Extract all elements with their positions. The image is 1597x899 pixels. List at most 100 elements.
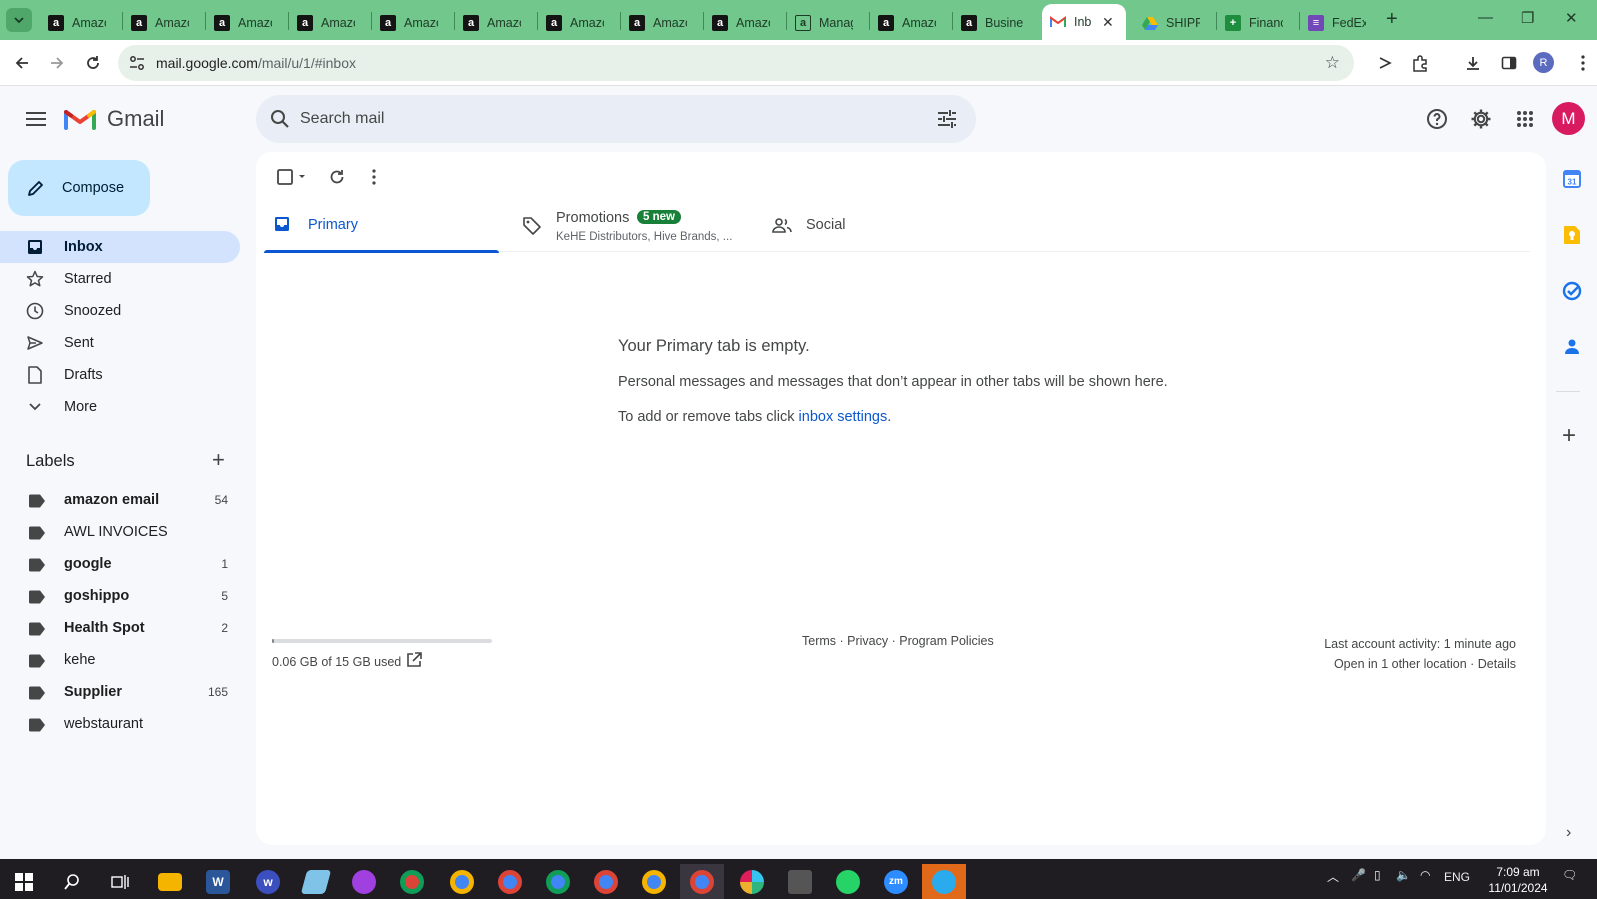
whatsapp-icon[interactable] — [826, 864, 870, 899]
label-item[interactable]: Supplier 165 — [0, 677, 240, 707]
label-item[interactable]: amazon email 54 — [0, 485, 240, 515]
external-link-icon[interactable] — [406, 652, 422, 673]
more-options-icon[interactable] — [372, 164, 376, 190]
bookmark-star-icon[interactable]: ☆ — [1325, 53, 1340, 73]
browser-tab[interactable]: aAmazo — [870, 6, 952, 40]
google-apps-icon[interactable] — [1512, 106, 1538, 132]
slack-icon[interactable] — [730, 864, 774, 899]
browser-tab[interactable]: ≡ FedEx — [1300, 6, 1382, 40]
extension-puzzle-alt-icon[interactable] — [1374, 52, 1396, 74]
browser-tab[interactable]: a Busine — [953, 6, 1039, 40]
privacy-link[interactable]: Privacy — [847, 634, 888, 648]
chrome-profile-icon[interactable] — [536, 864, 580, 899]
browser-tab[interactable]: aAmazo — [206, 6, 288, 40]
telegram-icon[interactable] — [922, 864, 966, 899]
nav-item-sent[interactable]: Sent — [0, 327, 240, 359]
nav-item-drafts[interactable]: Drafts — [0, 359, 240, 391]
word-icon[interactable]: W — [196, 864, 240, 899]
browser-tab[interactable]: aAmazo — [372, 6, 454, 40]
file-explorer-icon[interactable] — [148, 864, 192, 899]
site-settings-icon[interactable] — [128, 54, 146, 72]
back-button[interactable] — [11, 52, 33, 74]
main-menu-button[interactable] — [23, 106, 49, 132]
taskbar-clock[interactable]: 7:09 am 11/01/2024 — [1488, 864, 1548, 896]
settings-gear-icon[interactable] — [1468, 106, 1494, 132]
label-item[interactable]: goshippo 5 — [0, 581, 240, 611]
show-side-panel-chevron-icon[interactable]: › — [1566, 824, 1571, 842]
chrome-profile-icon[interactable] — [632, 864, 676, 899]
label-item[interactable]: webstaurant — [0, 709, 240, 739]
tab-promotions[interactable]: Promotions 5 new KeHE Distributors, Hive… — [512, 202, 752, 252]
help-icon[interactable] — [1424, 106, 1450, 132]
browser-tab[interactable]: aAmazo — [123, 6, 205, 40]
wps-writer-icon[interactable]: w — [246, 864, 290, 899]
browser-tab[interactable]: aAmazo — [455, 6, 537, 40]
label-item[interactable]: Health Spot 2 — [0, 613, 240, 643]
reload-button[interactable] — [82, 52, 104, 74]
inbox-settings-link[interactable]: inbox settings — [799, 409, 888, 425]
contacts-icon[interactable] — [1562, 336, 1582, 356]
search-bar[interactable]: Search mail — [256, 95, 976, 143]
notepad-icon[interactable] — [294, 864, 338, 899]
browser-tab[interactable]: aAmazo — [289, 6, 371, 40]
tab-primary[interactable]: Primary — [264, 202, 499, 253]
language-indicator[interactable]: ENG — [1444, 870, 1470, 884]
browser-menu-icon[interactable] — [1572, 52, 1594, 74]
search-options-icon[interactable] — [936, 108, 958, 130]
browser-tab[interactable]: aManag — [787, 6, 869, 40]
chrome-profile-icon[interactable] — [488, 864, 532, 899]
address-bar[interactable]: mail.google.com/mail/u/1/#inbox ☆ — [118, 45, 1354, 81]
side-panel-icon[interactable] — [1498, 52, 1520, 74]
tasks-icon[interactable] — [1562, 281, 1582, 301]
wifi-icon[interactable]: ◠ — [1420, 868, 1430, 882]
label-item[interactable]: AWL INVOICES — [0, 517, 240, 547]
browser-tab[interactable]: aAmazo — [621, 6, 703, 40]
new-tab-button[interactable]: + — [1386, 9, 1398, 29]
label-item[interactable]: google 1 — [0, 549, 240, 579]
battery-icon[interactable]: ▯ — [1374, 868, 1381, 882]
zoom-icon[interactable]: zm — [874, 864, 918, 899]
browser-tab[interactable]: SHIPP — [1134, 6, 1216, 40]
microphone-icon[interactable]: 🎤 — [1351, 868, 1366, 882]
select-all-checkbox[interactable] — [276, 164, 306, 190]
browser-tab[interactable]: + Financ — [1217, 6, 1299, 40]
keep-icon[interactable] — [1562, 225, 1582, 245]
program-policies-link[interactable]: Program Policies — [899, 634, 993, 648]
browser-tab[interactable]: aAmazo — [538, 6, 620, 40]
compose-button[interactable]: Compose — [8, 160, 150, 216]
chrome-active-icon[interactable] — [680, 864, 724, 899]
messenger-icon[interactable] — [342, 864, 386, 899]
start-windows-icon[interactable] — [2, 864, 46, 899]
refresh-icon[interactable] — [328, 164, 346, 190]
browser-profile-avatar[interactable]: R — [1533, 52, 1554, 73]
download-icon[interactable] — [1462, 52, 1484, 74]
calculator-icon[interactable] — [778, 864, 822, 899]
restore-button[interactable]: ❐ — [1521, 9, 1534, 27]
search-icon[interactable] — [268, 107, 292, 131]
taskbar-search-icon[interactable] — [50, 864, 94, 899]
tray-overflow-chevron-icon[interactable]: ︿ — [1327, 868, 1339, 885]
activity-details-link[interactable]: Details — [1478, 657, 1516, 671]
chrome-profile-icon[interactable] — [440, 864, 484, 899]
terms-link[interactable]: Terms — [802, 634, 836, 648]
extensions-icon[interactable] — [1409, 52, 1431, 74]
chrome-profile-icon[interactable] — [584, 864, 628, 899]
nav-item-snoozed[interactable]: Snoozed — [0, 295, 240, 327]
account-avatar[interactable]: M — [1552, 102, 1585, 135]
tab-social[interactable]: Social — [762, 202, 1002, 252]
browser-tab[interactable]: aAmazo — [40, 6, 122, 40]
nav-item-more[interactable]: More — [0, 391, 240, 423]
close-tab-icon[interactable]: ✕ — [1102, 14, 1114, 31]
browser-tab[interactable]: aAmazo — [704, 6, 786, 40]
browser-tab-active[interactable]: Inb ✕ — [1042, 4, 1126, 40]
nav-item-inbox[interactable]: Inbox — [0, 231, 240, 263]
create-label-plus-icon[interactable]: + — [212, 449, 225, 471]
volume-icon[interactable]: 🔈 — [1396, 868, 1411, 882]
tab-search-button[interactable] — [6, 8, 32, 32]
chrome-profile-icon[interactable] — [390, 864, 434, 899]
get-addons-plus-icon[interactable]: + — [1562, 424, 1576, 448]
nav-item-starred[interactable]: Starred — [0, 263, 240, 295]
label-item[interactable]: kehe — [0, 645, 240, 675]
search-input[interactable]: Search mail — [300, 110, 384, 128]
minimize-button[interactable]: — — [1478, 9, 1493, 26]
